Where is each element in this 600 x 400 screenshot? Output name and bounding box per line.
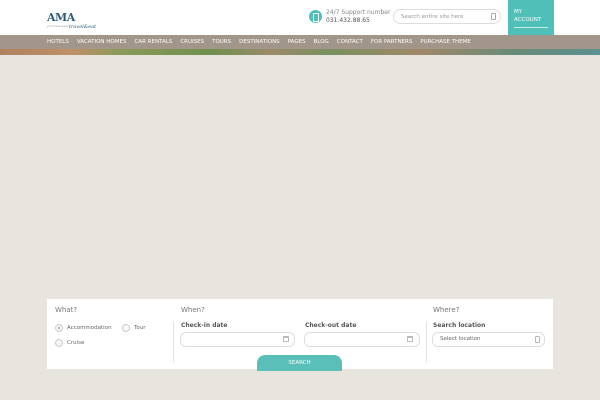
logo-tagline: your travel guide: [47, 25, 69, 28]
hero-image-strip: [0, 49, 600, 55]
calendar-icon[interactable]: [407, 336, 413, 342]
account-label-line1: MY: [514, 9, 523, 15]
when-label: When?: [181, 306, 205, 314]
search-button[interactable]: SEARCH: [257, 355, 342, 371]
location-select-value: Select location: [440, 336, 481, 342]
checkin-date-field[interactable]: [180, 332, 295, 347]
nav-item-hotels[interactable]: HOTELS: [47, 35, 69, 49]
nav-item-pages[interactable]: PAGES: [288, 35, 306, 49]
nav-item-cruises[interactable]: CRUISES: [180, 35, 204, 49]
logo-sub-text: travel&eat: [69, 24, 97, 30]
select-arrow-icon[interactable]: [535, 336, 540, 343]
nav-item-car-rentals[interactable]: CAR RENTALS: [134, 35, 172, 49]
main-navigation: HOTELS VACATION HOMES CAR RENTALS CRUISE…: [0, 35, 600, 49]
account-label-line2: ACCOUNT: [514, 17, 542, 23]
site-logo[interactable]: AMA your travel guide travel&eat: [47, 5, 97, 31]
checkout-date-field[interactable]: [304, 332, 420, 347]
checkout-label: Check-out date: [305, 322, 357, 329]
what-label: What?: [55, 306, 78, 314]
site-search-box: [393, 9, 501, 24]
account-divider: [514, 27, 548, 28]
support-number: 031.432.88.65: [326, 17, 370, 24]
search-icon[interactable]: [491, 13, 496, 20]
location-select[interactable]: Select location: [432, 332, 545, 347]
site-search-input[interactable]: [394, 10, 484, 23]
nav-item-for-partners[interactable]: FOR PARTNERS: [371, 35, 412, 49]
nav-item-vacation-homes[interactable]: VACATION HOMES: [77, 35, 127, 49]
support-label: 24/7 Support number: [326, 9, 391, 16]
radio-cruise[interactable]: [55, 339, 63, 347]
panel-divider: [173, 321, 174, 363]
where-label: Where?: [433, 306, 460, 314]
radio-tour-label[interactable]: Tour: [134, 325, 146, 331]
nav-item-contact[interactable]: CONTACT: [337, 35, 363, 49]
nav-item-tours[interactable]: TOURS: [212, 35, 231, 49]
phone-icon: [309, 10, 322, 23]
checkin-label: Check-in date: [181, 322, 228, 329]
panel-divider: [426, 321, 427, 363]
radio-tour[interactable]: [122, 324, 130, 332]
calendar-icon[interactable]: [283, 336, 289, 342]
location-label: Search location: [433, 322, 486, 329]
radio-accommodation[interactable]: [55, 324, 63, 332]
radio-cruise-label[interactable]: Cruise: [67, 340, 84, 346]
nav-item-purchase-theme[interactable]: PURCHASE THEME: [420, 35, 471, 49]
nav-item-blog[interactable]: BLOG: [314, 35, 329, 49]
radio-accommodation-label[interactable]: Accommodation: [67, 325, 112, 331]
nav-item-destinations[interactable]: DESTINATIONS: [239, 35, 280, 49]
logo-main-text: AMA: [47, 11, 75, 24]
